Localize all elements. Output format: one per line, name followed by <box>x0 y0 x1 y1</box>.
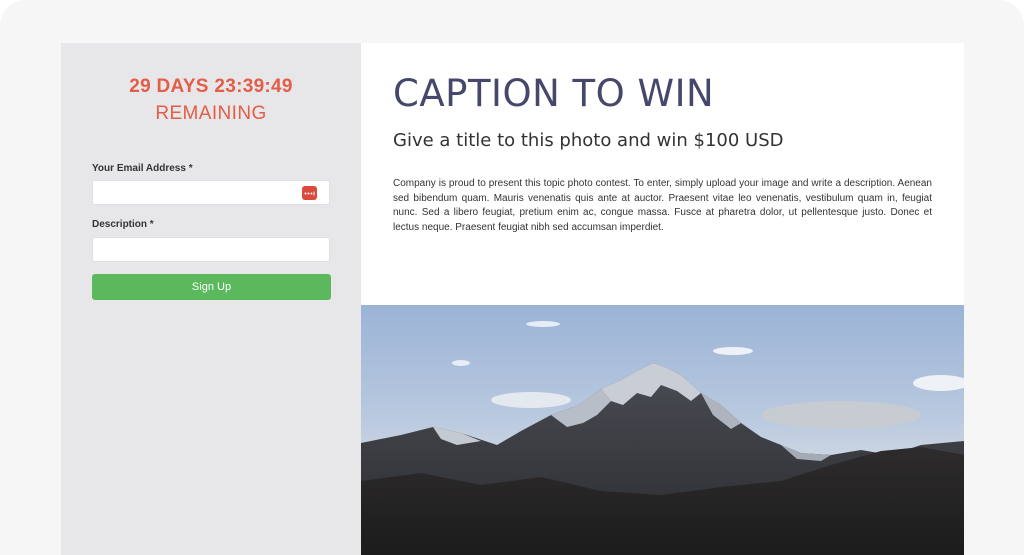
countdown-timer: 29 DAYS 23:39:49 REMAINING <box>61 76 361 125</box>
contest-description: Company is proud to present this topic p… <box>393 178 932 233</box>
browser-frame: 29 DAYS 23:39:49 REMAINING Your Email Ad… <box>0 0 1024 555</box>
contest-panel: CAPTION TO WIN Give a title to this phot… <box>361 43 964 555</box>
mountain-photo <box>361 305 964 555</box>
signup-panel: 29 DAYS 23:39:49 REMAINING Your Email Ad… <box>61 43 361 555</box>
description-label: Description * <box>92 219 154 230</box>
countdown-remaining-label: REMAINING <box>155 103 267 124</box>
signup-button[interactable]: Sign Up <box>92 274 331 300</box>
password-manager-icon[interactable] <box>302 186 317 200</box>
countdown-time: 29 DAYS 23:39:49 <box>129 76 293 97</box>
email-field[interactable] <box>92 180 330 205</box>
page-title: CAPTION TO WIN <box>393 72 715 115</box>
email-label: Your Email Address * <box>92 163 193 174</box>
description-field[interactable] <box>92 237 330 262</box>
page-subtitle: Give a title to this photo and win $100 … <box>393 130 784 151</box>
